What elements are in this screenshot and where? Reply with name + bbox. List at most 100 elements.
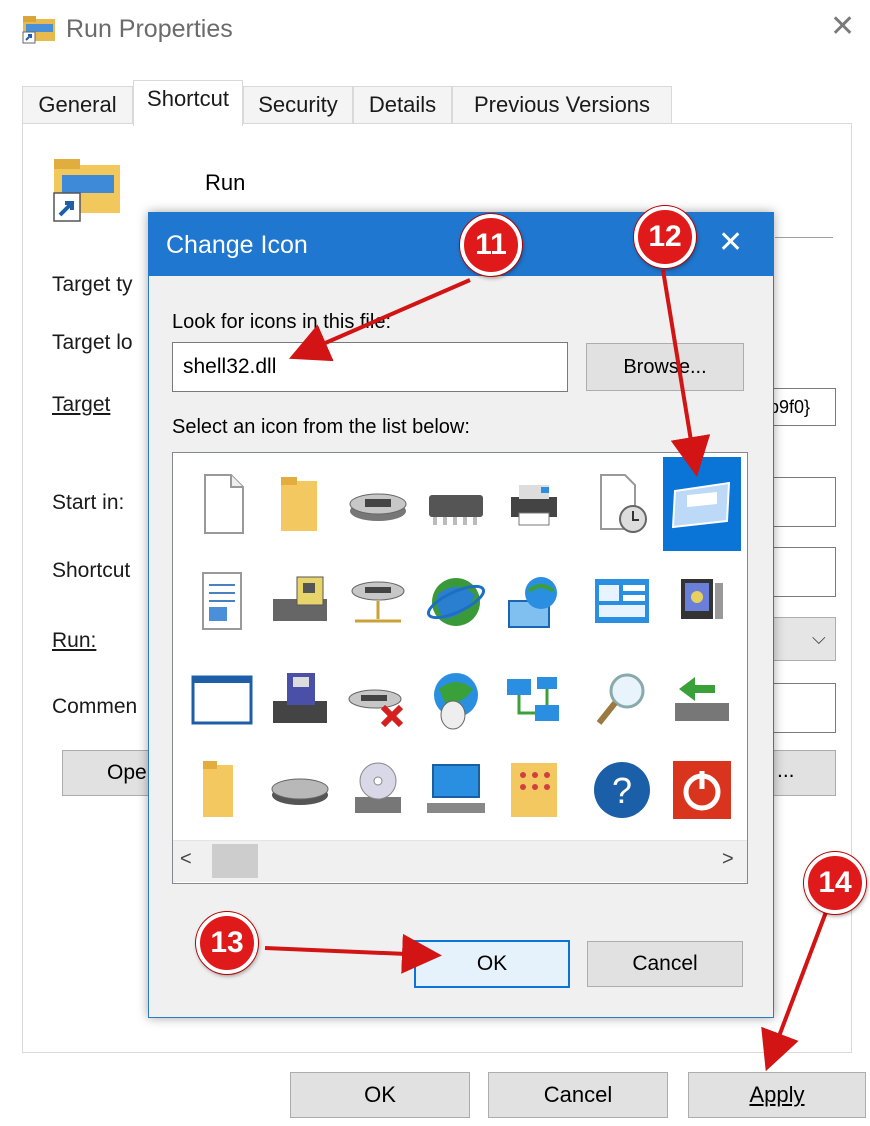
text-document-icon: [202, 572, 242, 630]
shortcut-name: Run: [205, 170, 246, 195]
apply-button[interactable]: Apply: [688, 1072, 866, 1118]
start-in-label: Start in:: [52, 491, 125, 514]
memory-chip-icon: [429, 495, 483, 525]
icon-cell[interactable]: [663, 743, 741, 837]
icon-cell[interactable]: ?: [583, 743, 661, 837]
tab-details[interactable]: Details: [353, 86, 452, 124]
icon-cell[interactable]: [261, 555, 339, 649]
shortcut-key-label: Shortcut: [52, 559, 131, 582]
icon-cell[interactable]: [183, 653, 261, 747]
document-clock-icon: [600, 474, 647, 533]
flat-drive-icon: [271, 778, 329, 805]
icon-cell[interactable]: [495, 653, 573, 747]
annotation-badge-12: 12: [634, 206, 696, 268]
icon-cell[interactable]: [417, 457, 495, 551]
disk-drive-icon: [349, 493, 407, 521]
icon-cell[interactable]: [339, 743, 417, 837]
folder-shortcut-icon: [53, 159, 120, 222]
scroll-left-icon[interactable]: <: [180, 848, 192, 871]
icon-cell[interactable]: [261, 743, 339, 837]
scroll-right-icon[interactable]: >: [722, 848, 734, 871]
green-arrow-drive-icon: [675, 677, 729, 721]
cancel-button[interactable]: Cancel: [488, 1072, 668, 1118]
target-label: Target: [52, 393, 111, 416]
icon-cell[interactable]: [495, 555, 573, 649]
icon-cell[interactable]: [663, 457, 741, 551]
icon-cell[interactable]: [417, 653, 495, 747]
tab-previous-versions[interactable]: Previous Versions: [452, 86, 672, 124]
shortcut-key-field[interactable]: [770, 547, 836, 597]
browse-button[interactable]: Browse...: [586, 343, 744, 391]
annotation-badge-14: 14: [804, 852, 866, 914]
icon-cell[interactable]: [663, 653, 741, 747]
ok-button[interactable]: OK: [290, 1072, 470, 1118]
icon-cell[interactable]: [583, 555, 661, 649]
icon-cell[interactable]: [339, 555, 417, 649]
folder-tall-icon: [203, 761, 233, 817]
globe-icon: [426, 578, 486, 626]
dialog-cancel-button[interactable]: Cancel: [587, 941, 743, 987]
tab-strip: General Shortcut Security Details Previo…: [22, 80, 852, 126]
icon-cell[interactable]: [495, 743, 573, 837]
horizontal-scrollbar[interactable]: [173, 840, 747, 882]
empty-window-icon: [191, 675, 253, 725]
icon-cell[interactable]: [183, 555, 261, 649]
blank-document-icon: [204, 474, 244, 534]
disconnected-drive-icon: [348, 689, 404, 728]
network-connections-icon: [507, 677, 559, 721]
icon-cell[interactable]: [495, 457, 573, 551]
cd-drive-icon: [355, 762, 401, 813]
comment-field[interactable]: [770, 683, 836, 733]
run-select[interactable]: [770, 617, 836, 661]
annotation-badge-11: 11: [460, 214, 522, 276]
icon-cell[interactable]: [339, 457, 417, 551]
scroll-thumb[interactable]: [212, 844, 258, 878]
computer-screen-icon: [681, 579, 723, 619]
icon-list[interactable]: ?: [172, 452, 748, 884]
run-label: Run:: [52, 629, 97, 652]
floppy-drive-icon: [273, 576, 327, 621]
tab-security[interactable]: Security: [243, 86, 353, 124]
annotation-badge-13: 13: [196, 912, 258, 974]
network-drive-icon: [351, 581, 405, 623]
icon-cell[interactable]: [183, 743, 261, 837]
network-globe-icon: [508, 577, 557, 628]
change-icon-button[interactable]: ...: [770, 750, 836, 796]
printer-icon: [511, 485, 557, 526]
window-title: Run Properties: [66, 15, 233, 43]
window-app-icon: [671, 481, 731, 529]
icon-cell[interactable]: [261, 457, 339, 551]
icon-cell[interactable]: [261, 653, 339, 747]
dialog-close-icon[interactable]: ✕: [718, 226, 743, 260]
control-panel-icon: [595, 579, 649, 623]
icon-cell[interactable]: [583, 457, 661, 551]
help-icon: ?: [594, 762, 650, 818]
icon-cell[interactable]: [583, 653, 661, 747]
comment-label: Commen: [52, 695, 138, 718]
floppy-save-icon: [273, 673, 327, 723]
internet-mouse-icon: [434, 673, 478, 730]
lookfor-label: Look for icons in this file:: [172, 311, 391, 333]
icon-file-input[interactable]: [172, 342, 568, 392]
tab-shortcut[interactable]: Shortcut: [133, 80, 243, 126]
chevron-down-icon: ⌵: [812, 628, 826, 648]
monitor-icon: [427, 764, 485, 813]
target-location-label: Target lo: [52, 331, 133, 354]
select-icon-label: Select an icon from the list below:: [172, 416, 470, 438]
target-type-label: Target ty: [52, 273, 133, 296]
folder-grid-icon: [511, 763, 557, 817]
magnifier-icon: [596, 673, 645, 725]
icon-cell[interactable]: [339, 653, 417, 747]
tab-general[interactable]: General: [22, 86, 133, 124]
icon-cell[interactable]: [663, 555, 741, 649]
dialog-ok-button[interactable]: OK: [414, 940, 570, 988]
start-in-field[interactable]: [770, 477, 836, 527]
window-close-icon[interactable]: ✕: [830, 12, 855, 42]
icon-cell[interactable]: [183, 457, 261, 551]
separator: [775, 237, 833, 238]
dialog-title: Change Icon: [166, 231, 308, 259]
icon-cell[interactable]: [417, 743, 495, 837]
open-file-location-button[interactable]: Ope: [62, 750, 162, 796]
folder-shortcut-icon: [22, 16, 55, 44]
icon-cell[interactable]: [417, 555, 495, 649]
